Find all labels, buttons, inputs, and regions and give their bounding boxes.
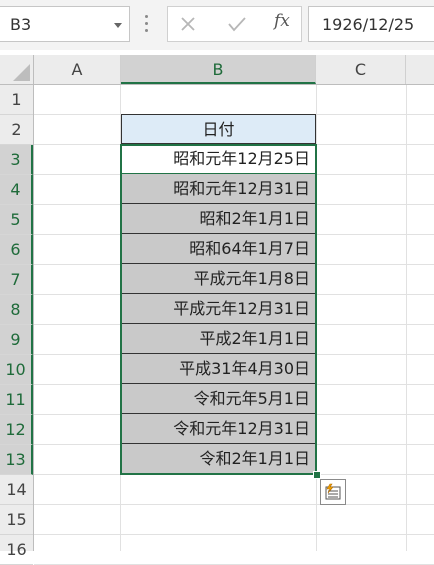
enter-button[interactable] [216, 7, 256, 41]
cell-b12[interactable]: 令和元年12月31日 [121, 414, 316, 444]
select-all-triangle-icon [13, 64, 30, 81]
row-header-3[interactable]: 3 [0, 145, 33, 175]
column-header-d[interactable] [406, 55, 434, 84]
row-header-1[interactable]: 1 [0, 85, 33, 115]
cancel-button[interactable] [168, 7, 208, 41]
fx-icon: fx [274, 11, 290, 31]
cell-b10[interactable]: 平成31年4月30日 [121, 354, 316, 384]
row-header-6[interactable]: 6 [0, 235, 33, 265]
row-header-16[interactable]: 16 [0, 535, 33, 565]
quick-analysis-icon [325, 483, 341, 500]
more-options-icon[interactable] [145, 15, 149, 33]
column-header-bar: A B C [0, 55, 434, 85]
row-header-bar: 1 2 3 4 5 6 7 8 9 10 11 12 13 14 15 16 [0, 85, 34, 565]
formula-value: 1926/12/25 [322, 15, 415, 34]
row-header-14[interactable]: 14 [0, 475, 33, 505]
insert-function-button[interactable]: fx [263, 7, 303, 41]
grid-line [316, 85, 317, 551]
close-icon [181, 17, 195, 31]
row-header-10[interactable]: 10 [0, 355, 33, 385]
formula-bar: B3 fx 1926/12/25 [0, 0, 434, 50]
select-all-button[interactable] [0, 55, 34, 84]
name-box[interactable]: B3 [0, 6, 130, 42]
row-header-13[interactable]: 13 [0, 445, 33, 475]
cell-b4[interactable]: 昭和元年12月31日 [121, 174, 316, 204]
grid-line [34, 474, 434, 475]
row-header-11[interactable]: 11 [0, 385, 33, 415]
cell-b9[interactable]: 平成2年1月1日 [121, 324, 316, 354]
column-header-a[interactable]: A [34, 55, 121, 84]
formula-buttons: fx [167, 6, 302, 42]
cell-b3[interactable]: 昭和元年12月25日 [121, 144, 316, 174]
grid-line [34, 534, 434, 535]
row-header-2[interactable]: 2 [0, 115, 33, 145]
cell-b5[interactable]: 昭和2年1月1日 [121, 204, 316, 234]
cell-b7[interactable]: 平成元年1月8日 [121, 264, 316, 294]
cell-b13[interactable]: 令和2年1月1日 [121, 444, 316, 474]
row-header-8[interactable]: 8 [0, 295, 33, 325]
quick-analysis-button[interactable] [320, 479, 346, 505]
row-header-7[interactable]: 7 [0, 265, 33, 295]
column-header-b[interactable]: B [121, 55, 316, 84]
row-header-9[interactable]: 9 [0, 325, 33, 355]
fill-handle[interactable] [313, 471, 321, 479]
cell-b8[interactable]: 平成元年12月31日 [121, 294, 316, 324]
formula-input[interactable]: 1926/12/25 [308, 6, 434, 42]
check-icon [228, 17, 246, 32]
chevron-down-icon[interactable] [114, 23, 122, 28]
cell-b6[interactable]: 昭和64年1月7日 [121, 234, 316, 264]
row-header-12[interactable]: 12 [0, 415, 33, 445]
row-header-4[interactable]: 4 [0, 175, 33, 205]
column-header-c[interactable]: C [316, 55, 406, 84]
row-header-5[interactable]: 5 [0, 205, 33, 235]
grid-line [406, 85, 407, 551]
name-box-value: B3 [10, 15, 32, 34]
cell-b2-header[interactable]: 日付 [121, 114, 316, 144]
cell-b11[interactable]: 令和元年5月1日 [121, 384, 316, 414]
row-header-15[interactable]: 15 [0, 505, 33, 535]
grid-line [34, 504, 434, 505]
